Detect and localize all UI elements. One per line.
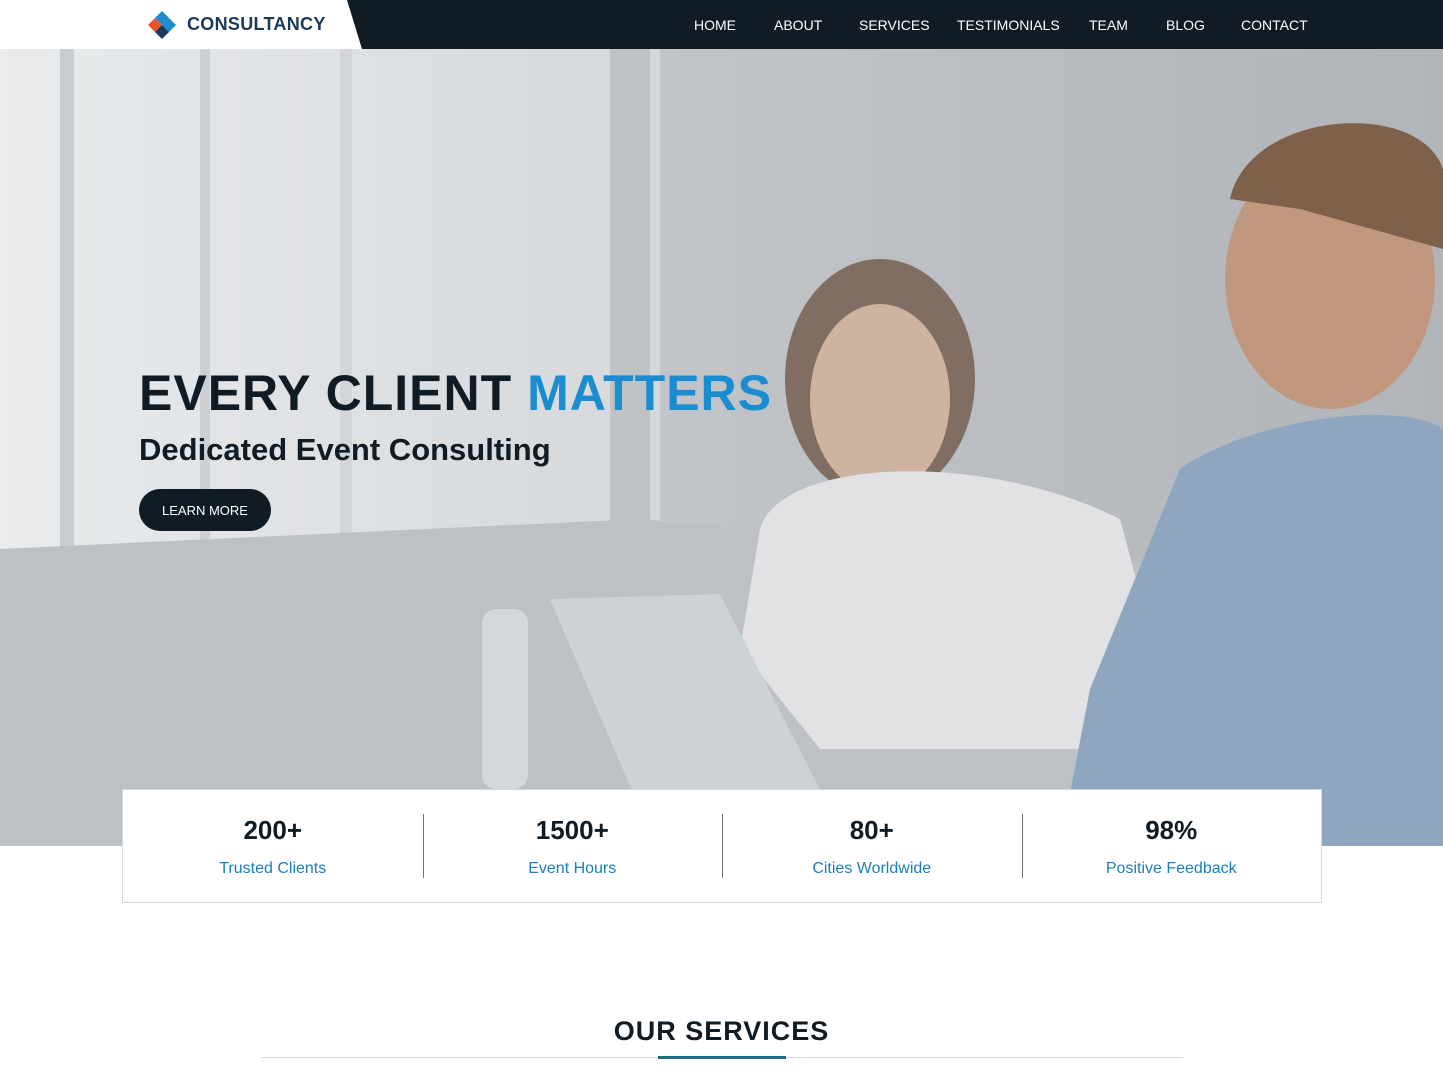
nav-item-blog[interactable]: BLOG: [1166, 17, 1205, 33]
stat-event-hours: 1500+ Event Hours: [422, 790, 723, 902]
nav-item-contact[interactable]: CONTACT: [1241, 17, 1308, 33]
stat-label: Event Hours: [528, 860, 617, 877]
hero-section: EVERY CLIENT MATTERS Dedicated Event Con…: [0, 49, 1443, 846]
hero-subtitle: Dedicated Event Consulting: [139, 432, 551, 467]
nav-item-testimonials[interactable]: TESTIMONIALS: [957, 17, 1060, 33]
stat-value: 1500+: [535, 815, 609, 845]
stat-value: 98%: [1145, 815, 1198, 845]
stat-positive-feedback: 98% Positive Feedback: [1021, 790, 1322, 902]
stat-label: Cities Worldwide: [812, 860, 932, 877]
hero-title-plain: EVERY CLIENT: [139, 365, 528, 421]
nav-item-team[interactable]: TEAM: [1089, 17, 1128, 33]
main-navigation: HOME ABOUT SERVICES TESTIMONIALS TEAM BL…: [0, 0, 1443, 49]
section-divider-accent: [658, 1056, 786, 1059]
stat-label: Trusted Clients: [219, 860, 327, 877]
hero-title-accent: MATTERS: [527, 365, 773, 421]
hero-title: EVERY CLIENT MATTERS: [139, 364, 772, 422]
nav-item-services[interactable]: SERVICES: [859, 17, 930, 33]
stat-label: Positive Feedback: [1105, 860, 1237, 877]
nav-item-home[interactable]: HOME: [694, 17, 736, 33]
stat-trusted-clients: 200+ Trusted Clients: [123, 790, 423, 902]
learn-more-button[interactable]: LEARN MORE: [139, 489, 271, 531]
stat-value: 80+: [849, 815, 894, 845]
top-navbar: CONSULTANCY HOME ABOUT SERVICES TESTIMON…: [0, 0, 1443, 49]
nav-item-about[interactable]: ABOUT: [774, 17, 822, 33]
stat-value: 200+: [243, 815, 303, 845]
services-section-title: OUR SERVICES: [613, 1016, 830, 1046]
stats-bar: 200+ Trusted Clients 1500+ Event Hours 8…: [122, 789, 1322, 903]
stat-cities-worldwide: 80+ Cities Worldwide: [722, 790, 1022, 902]
